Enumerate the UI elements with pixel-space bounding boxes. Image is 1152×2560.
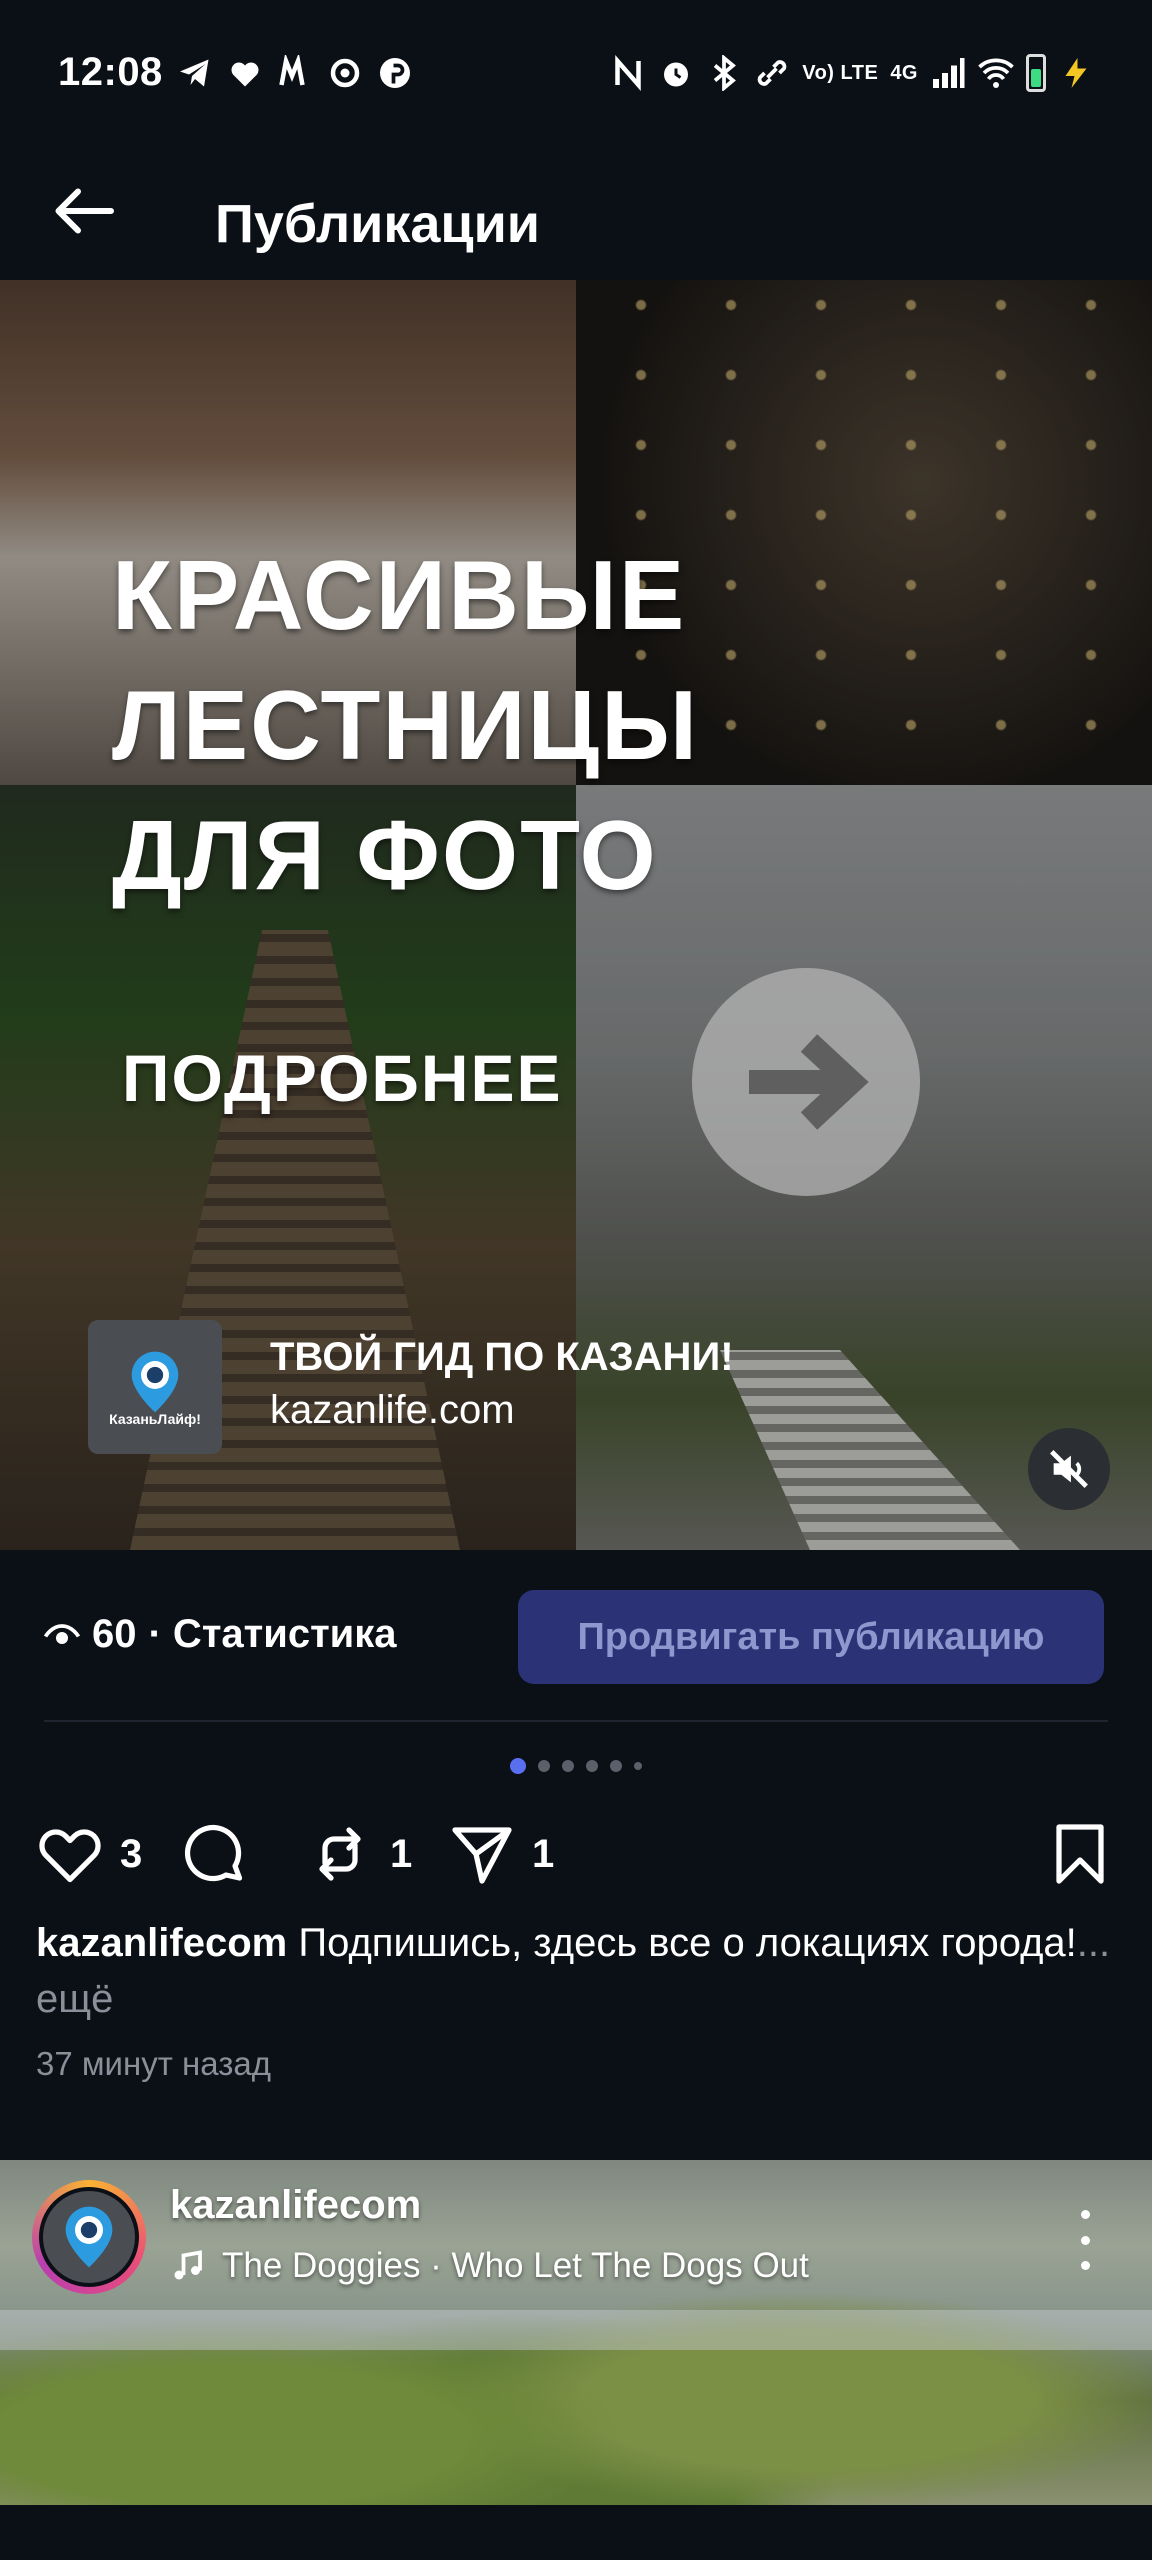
heart-outline-icon xyxy=(39,1829,101,1883)
location-pin-icon xyxy=(65,2206,113,2268)
location-pin-icon xyxy=(131,1351,179,1413)
repost-icon xyxy=(319,1827,361,1881)
music-note-icon xyxy=(174,2250,202,2280)
site-url: kazanlife.com xyxy=(270,1388,515,1432)
kazanlife-logo: КазаньЛайф! xyxy=(88,1320,222,1454)
volume-off-icon xyxy=(1050,1450,1088,1488)
back-button[interactable] xyxy=(48,175,120,247)
like-button[interactable]: 3 xyxy=(34,1818,142,1890)
bluetooth-icon xyxy=(706,54,742,91)
alarm-icon xyxy=(658,55,694,91)
arrow-left-icon xyxy=(55,188,114,234)
insights-row: 60 · Статистика Продвигать публикацию xyxy=(0,1550,1152,1720)
likes-count: 3 xyxy=(120,1831,143,1876)
headline-line-2: ЛЕСТНИЦЫ xyxy=(112,670,700,780)
tagline: ТВОЙ ГИД ПО КАЗАНИ! xyxy=(270,1335,734,1379)
save-button[interactable] xyxy=(1044,1818,1116,1890)
headline-line-3: ДЛЯ ФОТО xyxy=(112,800,658,910)
send-icon xyxy=(452,1827,512,1884)
comment-button[interactable] xyxy=(178,1818,250,1890)
logo-text: КазаньЛайф! xyxy=(109,1411,201,1427)
pager-dot xyxy=(562,1760,574,1772)
more-options-button[interactable] xyxy=(1070,2210,1100,2270)
pager-dot xyxy=(634,1762,642,1770)
dot xyxy=(1080,2210,1090,2219)
post-timestamp: 37 минут назад xyxy=(36,2045,271,2082)
pager-dot xyxy=(586,1760,598,1772)
music-title: The Doggies · Who Let The Dogs Out xyxy=(222,2246,809,2285)
battery-icon xyxy=(1026,53,1046,92)
reposts-count: 1 xyxy=(390,1831,413,1876)
pager-dot xyxy=(538,1760,550,1772)
arrow-right-icon xyxy=(749,1034,869,1130)
charging-icon xyxy=(1058,55,1094,91)
arrow-circle xyxy=(692,968,920,1196)
next-post-username[interactable]: kazanlifecom xyxy=(170,2183,421,2228)
app-header: Публикации xyxy=(0,145,1152,280)
threads-icon xyxy=(327,55,363,91)
nfc-icon xyxy=(610,54,646,91)
telegram-icon xyxy=(177,55,213,91)
pager-dot-active xyxy=(510,1758,526,1774)
action-bar: 3 1 1 xyxy=(0,1800,1152,1910)
repost-button[interactable]: 1 xyxy=(304,1818,412,1890)
bottom-strip xyxy=(0,2505,1152,2560)
volte-label: Vo) LTE xyxy=(802,61,879,84)
comment-icon xyxy=(184,1824,243,1882)
clock: 12:08 xyxy=(58,50,163,94)
views-count: 60 xyxy=(92,1612,137,1656)
caption-text: Подпишись, здесь все о локациях города! xyxy=(287,1921,1077,1965)
promote-button[interactable]: Продвигать публикацию xyxy=(518,1590,1104,1684)
heart-icon xyxy=(227,55,263,91)
post-media[interactable]: КРАСИВЫЕ ЛЕСТНИЦЫ ДЛЯ ФОТО ПОДРОБНЕЕ Каз… xyxy=(0,280,1152,1550)
music-link[interactable]: The Doggies · Who Let The Dogs Out xyxy=(170,2246,809,2286)
pinterest-icon xyxy=(377,55,413,91)
carousel-indicator xyxy=(0,1758,1152,1774)
dot xyxy=(1080,2235,1090,2245)
avatar[interactable] xyxy=(32,2180,146,2294)
post-caption[interactable]: kazanlifecom Подпишись, здесь все о лока… xyxy=(36,1915,1116,2027)
network-4g-label: 4G xyxy=(890,61,918,84)
more-label: ПОДРОБНЕЕ xyxy=(122,1041,563,1115)
share-button[interactable]: 1 xyxy=(446,1818,554,1890)
signal-icon xyxy=(930,55,966,91)
eye-icon xyxy=(44,1623,80,1644)
link-icon xyxy=(754,55,790,91)
mm-icon xyxy=(277,54,313,91)
mute-button[interactable] xyxy=(1028,1428,1110,1510)
post-headline: КРАСИВЫЕ ЛЕСТНИЦЫ ДЛЯ ФОТО xyxy=(112,530,699,920)
status-bar: 12:08 Vo) LTE 4G xyxy=(0,0,1152,145)
shares-count: 1 xyxy=(532,1831,555,1876)
page-title: Публикации xyxy=(215,194,541,254)
insights-link[interactable]: 60 · Статистика xyxy=(44,1612,397,1657)
pager-dot xyxy=(610,1760,622,1772)
wifi-icon xyxy=(978,55,1014,91)
stats-label: · Статистика xyxy=(148,1612,397,1656)
dot xyxy=(1080,2261,1090,2270)
bookmark-icon xyxy=(1056,1824,1104,1884)
fence-scene xyxy=(0,2310,1152,2350)
divider xyxy=(44,1720,1108,1722)
headline-line-1: КРАСИВЫЕ xyxy=(112,540,687,650)
caption-username[interactable]: kazanlifecom xyxy=(36,1921,287,1965)
